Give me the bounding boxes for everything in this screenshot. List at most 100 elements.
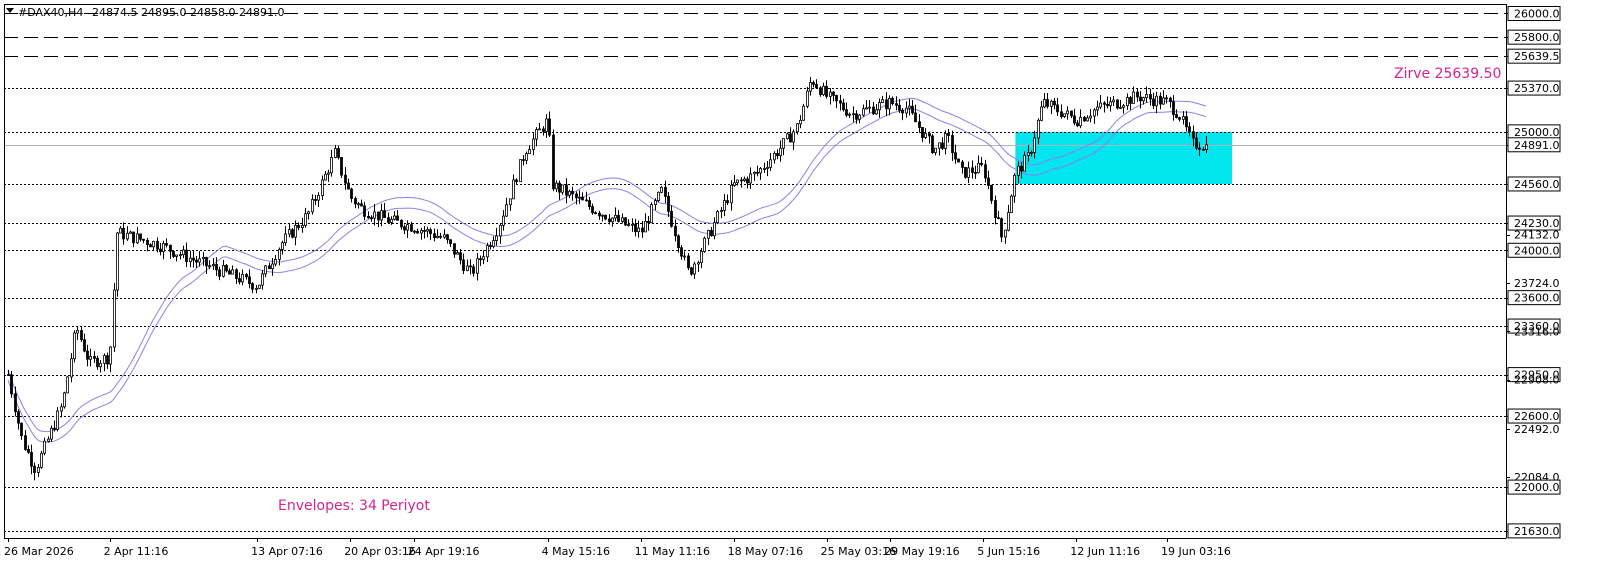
price-axis-label: 23316.0: [1514, 325, 1560, 338]
candle-body: [990, 185, 993, 201]
candle-body: [802, 105, 805, 121]
candle-body: [598, 212, 601, 217]
candle-body: [215, 264, 218, 271]
candle-body: [700, 251, 703, 264]
candle-body: [1178, 117, 1181, 120]
candle-body: [1159, 95, 1162, 105]
candle-body: [142, 238, 145, 241]
candle[interactable]: [63, 391, 66, 409]
time-axis-label: 19 Jun 03:16: [1161, 545, 1231, 558]
candle-body: [327, 172, 330, 175]
candle-body: [383, 210, 386, 218]
candle-body: [716, 211, 719, 223]
candle-body: [1096, 106, 1099, 111]
candle-body: [964, 167, 967, 178]
candle[interactable]: [258, 284, 261, 289]
candle-body: [489, 245, 492, 247]
candle[interactable]: [40, 450, 43, 469]
candle-body: [53, 427, 56, 430]
candle-body: [1037, 119, 1040, 139]
candle-body: [835, 94, 838, 102]
candle[interactable]: [519, 159, 522, 183]
candle-body: [980, 162, 983, 166]
candle-body: [185, 249, 188, 263]
candle-body: [588, 200, 591, 207]
candle[interactable]: [931, 134, 934, 154]
candle[interactable]: [10, 371, 13, 398]
candle[interactable]: [1010, 194, 1013, 213]
candle-body: [1103, 102, 1106, 105]
candle-body: [60, 406, 63, 412]
candle[interactable]: [703, 236, 706, 253]
candle-body: [641, 227, 644, 233]
candle-body: [1155, 95, 1158, 107]
candle-body: [1116, 99, 1119, 109]
candle-body: [416, 230, 419, 234]
candle-body: [1109, 101, 1112, 107]
candle-body: [410, 224, 413, 232]
candle[interactable]: [225, 264, 228, 273]
price-axis-label: 22600.0: [1514, 410, 1560, 423]
candle-body: [528, 149, 531, 154]
candle-body: [525, 153, 528, 161]
candle[interactable]: [660, 186, 663, 194]
candle[interactable]: [552, 129, 555, 192]
candle-body: [334, 148, 337, 158]
candle-body: [1195, 137, 1198, 149]
candle[interactable]: [340, 156, 343, 179]
candle[interactable]: [1116, 99, 1119, 110]
candle[interactable]: [113, 282, 116, 352]
candle-body: [614, 214, 617, 219]
candle-body: [984, 164, 987, 179]
candle-body: [763, 168, 766, 170]
candle[interactable]: [964, 167, 967, 179]
candle-body: [459, 252, 462, 261]
candle-body: [829, 91, 832, 97]
support-resistance-zone[interactable]: [1015, 131, 1232, 184]
candle-body: [921, 127, 924, 138]
price-axis-label: 25639.5: [1514, 50, 1560, 63]
candle[interactable]: [624, 217, 627, 226]
time-axis-label: 5 Jun 15:16: [977, 545, 1040, 558]
candle[interactable]: [802, 103, 805, 121]
candle-body: [472, 266, 475, 274]
candle[interactable]: [657, 191, 660, 203]
candle-body: [535, 129, 538, 140]
candle-body: [806, 90, 809, 107]
candle[interactable]: [687, 253, 690, 271]
candle-body: [812, 82, 815, 85]
candle[interactable]: [716, 210, 719, 225]
candle-body: [96, 357, 99, 368]
price-axis-label: 25370.0: [1514, 82, 1560, 95]
candle-body: [594, 212, 597, 215]
candle-body: [198, 258, 201, 263]
candle-body: [664, 186, 667, 197]
candle-body: [317, 195, 320, 201]
candle-body: [1106, 103, 1109, 107]
candle-body: [938, 142, 941, 149]
candle-body: [436, 235, 439, 239]
chart-window[interactable]: 26000.0 25800.0 25639.5 25370.0 25000.0 24891…: [0, 0, 1616, 577]
candle-body: [1056, 104, 1059, 113]
candle-body: [1040, 106, 1043, 121]
candle[interactable]: [56, 407, 59, 432]
candle-body: [565, 184, 568, 196]
candle[interactable]: [650, 202, 653, 224]
candle-body: [947, 133, 950, 136]
candle-body: [852, 113, 855, 116]
price-axis-label: 24000.0: [1514, 244, 1560, 257]
candle[interactable]: [73, 330, 76, 363]
candle[interactable]: [690, 266, 693, 276]
candle[interactable]: [66, 376, 69, 394]
candle[interactable]: [786, 132, 789, 140]
candle-body: [862, 108, 865, 116]
candle[interactable]: [116, 232, 119, 297]
candle-body: [512, 179, 515, 200]
candle-body: [1086, 117, 1089, 122]
candle[interactable]: [957, 158, 960, 163]
price-chart[interactable]: 26000.0 25800.0 25639.5 25370.0 25000.024891…: [0, 0, 1616, 577]
candle-body: [278, 248, 281, 260]
candle[interactable]: [291, 227, 294, 239]
candle-body: [796, 123, 799, 133]
candle-body: [782, 138, 785, 149]
